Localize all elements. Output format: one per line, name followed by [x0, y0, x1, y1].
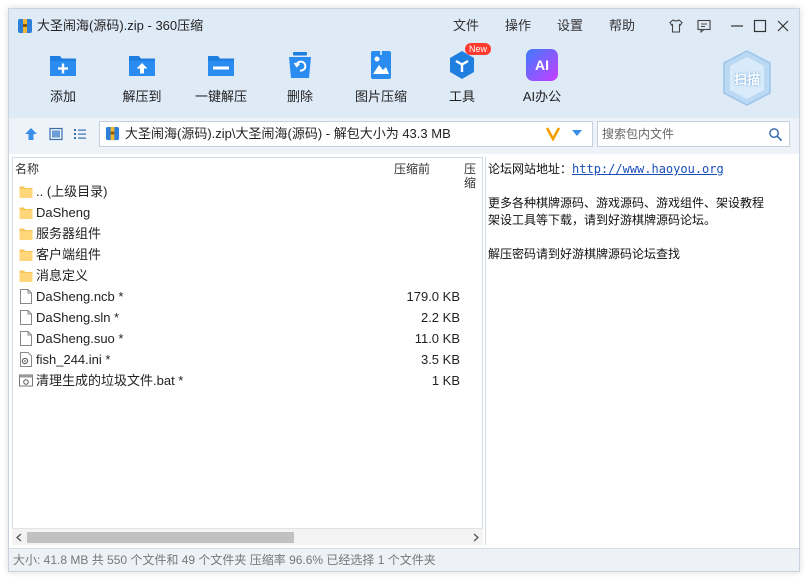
tools-button[interactable]: 工具 — [422, 47, 502, 111]
ai-office-button[interactable]: AI AI办公 — [502, 47, 582, 111]
file-row[interactable]: 服务器组件 — [13, 223, 473, 244]
forum-link[interactable]: http://www.haoyou.org — [572, 162, 724, 176]
file-row[interactable]: DaSheng.ncb * 179.0 KB — [13, 286, 473, 307]
column-size-before[interactable]: 压缩前 — [394, 162, 430, 176]
comment-line-1: 论坛网站地址：http://www.haoyou.org — [488, 161, 797, 178]
folder-icon — [19, 249, 33, 261]
skin-shirt-icon[interactable] — [665, 15, 687, 37]
file-list-pane: 名称 压缩前 压缩 .. (上级目录) DaSheng 服务器组件 客户端组件 … — [12, 157, 483, 545]
scan-button[interactable]: 扫描 — [721, 49, 773, 107]
file-row[interactable]: 客户端组件 — [13, 244, 473, 265]
menu-settings[interactable]: 设置 — [557, 17, 583, 35]
file-size: 11.0 KB — [414, 331, 460, 346]
folder-icon — [19, 186, 33, 198]
new-badge: New — [465, 43, 492, 55]
file-name: 客户端组件 — [36, 247, 102, 262]
comment-line-3: 架设工具等下载，请到好游棋牌源码论坛。 — [488, 213, 717, 227]
file-row[interactable]: DaSheng — [13, 202, 473, 223]
comment-line-2: 更多各种棋牌源码、游戏源码、游戏组件、架设教程 — [488, 196, 765, 210]
extract-to-icon — [129, 56, 155, 76]
ai-icon-text: AI — [535, 57, 549, 73]
search-icon[interactable] — [768, 127, 783, 142]
zip-archive-icon — [105, 126, 120, 141]
folder-icon — [19, 207, 33, 219]
file-name: 清理生成的垃圾文件.bat * — [36, 373, 184, 388]
image-compress-label: 图片压缩 — [354, 89, 407, 104]
file-icon — [20, 331, 32, 346]
add-label: 添加 — [49, 89, 76, 104]
bat-script-icon — [19, 374, 33, 387]
path-text: 大圣闹海(源码).zip\大圣闹海(源码) - 解包大小为 43.3 MB — [125, 126, 451, 141]
thumbnail-view-icon[interactable] — [48, 126, 64, 142]
add-button[interactable]: 添加 — [23, 47, 103, 111]
up-arrow-icon[interactable] — [23, 126, 39, 142]
list-view-icon[interactable] — [72, 126, 88, 142]
file-size: 3.5 KB — [420, 352, 460, 367]
app-zip-icon — [18, 19, 32, 33]
v-check-icon[interactable] — [545, 125, 561, 141]
file-size: 1 KB — [431, 373, 460, 388]
scroll-right-icon[interactable] — [472, 533, 480, 542]
comment-line-4: 解压密码请到好游棋牌源码论坛查找 — [488, 247, 681, 261]
one-click-extract-icon — [208, 56, 234, 76]
app-window: 大圣闹海(源码).zip - 360压缩 文件 操作 设置 帮助 添加 解压到 — [8, 8, 800, 572]
file-row[interactable]: DaSheng.suo * 11.0 KB — [13, 328, 473, 349]
tools-label: 工具 — [448, 89, 475, 104]
file-row[interactable]: fish_244.ini * 3.5 KB — [13, 349, 473, 370]
file-name: 消息定义 — [36, 268, 89, 283]
menu-help[interactable]: 帮助 — [609, 17, 635, 35]
archive-comment-pane: 论坛网站地址：http://www.haoyou.org 更多各种棋牌源码、游戏… — [485, 157, 799, 545]
file-row[interactable]: DaSheng.sln * 2.2 KB — [13, 307, 473, 328]
path-dropdown-icon[interactable] — [571, 128, 583, 138]
folder-icon — [19, 228, 33, 240]
file-size: 179.0 KB — [406, 289, 461, 304]
delete-label: 删除 — [286, 89, 313, 104]
extract-to-button[interactable]: 解压到 — [102, 47, 182, 111]
ai-office-label: AI办公 — [522, 89, 562, 104]
ini-settings-icon — [20, 352, 32, 367]
window-title: 大圣闹海(源码).zip - 360压缩 — [37, 18, 204, 33]
image-compress-button[interactable]: 图片压缩 — [341, 47, 421, 111]
search-box[interactable] — [597, 121, 790, 147]
horizontal-scrollbar[interactable] — [12, 528, 483, 545]
column-header: 名称 压缩前 压缩 — [13, 158, 482, 190]
file-icon — [20, 310, 32, 325]
file-name: DaSheng — [36, 205, 91, 220]
menu-file[interactable]: 文件 — [453, 17, 479, 35]
one-click-extract-label: 一键解压 — [194, 89, 247, 104]
file-name: DaSheng.sln * — [36, 310, 120, 325]
feedback-icon[interactable] — [693, 15, 715, 37]
comment-forum-label: 论坛网站地址： — [488, 162, 573, 176]
file-row[interactable]: 消息定义 — [13, 265, 473, 286]
file-name: .. (上级目录) — [36, 184, 108, 199]
extract-to-label: 解压到 — [122, 89, 162, 104]
column-name[interactable]: 名称 — [15, 162, 39, 176]
file-row[interactable]: 清理生成的垃圾文件.bat * 1 KB — [13, 370, 473, 391]
delete-icon — [289, 52, 311, 78]
image-compress-icon — [371, 51, 391, 79]
folder-icon — [19, 270, 33, 282]
file-name: 服务器组件 — [36, 226, 102, 241]
menu-operate[interactable]: 操作 — [505, 17, 531, 35]
scrollbar-thumb[interactable] — [27, 532, 294, 543]
file-icon — [20, 289, 32, 304]
file-name: DaSheng.suo * — [36, 331, 124, 346]
file-row[interactable]: .. (上级目录) — [13, 181, 473, 202]
one-click-extract-button[interactable]: 一键解压 — [181, 47, 261, 111]
scroll-left-icon[interactable] — [15, 533, 23, 542]
add-icon — [50, 56, 76, 76]
scan-label: 扫描 — [733, 72, 760, 87]
close-icon[interactable] — [772, 15, 794, 37]
status-bar: 大小: 41.8 MB 共 550 个文件和 49 个文件夹 压缩率 96.6%… — [9, 548, 799, 571]
file-name: fish_244.ini * — [36, 352, 111, 367]
file-name: DaSheng.ncb * — [36, 289, 124, 304]
minimize-icon[interactable] — [726, 15, 748, 37]
delete-button[interactable]: 删除 — [260, 47, 340, 111]
search-input[interactable] — [602, 125, 762, 143]
maximize-icon[interactable] — [749, 15, 771, 37]
file-size: 2.2 KB — [420, 310, 460, 325]
